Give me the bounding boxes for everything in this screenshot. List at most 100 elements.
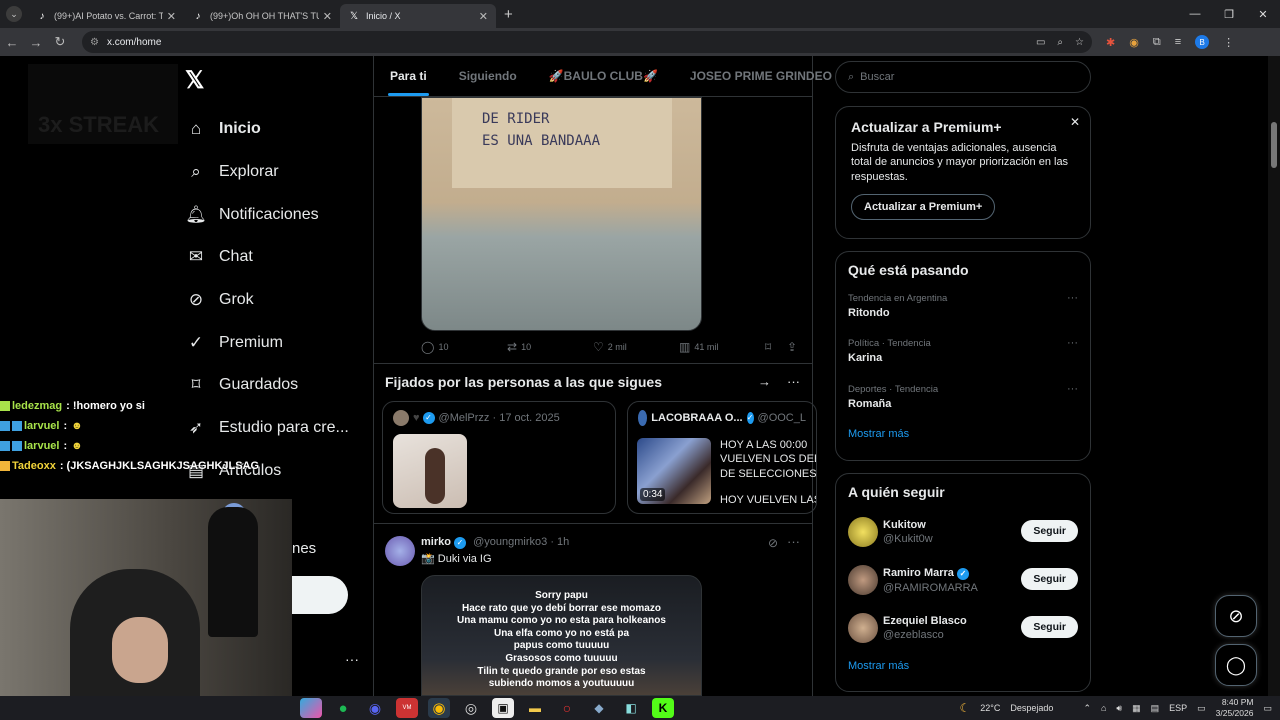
sidebar-item-partial[interactable]: nes (292, 540, 316, 557)
sidebar-item-grok[interactable]: ⊘ Grok (185, 279, 349, 322)
more-icon[interactable]: ··· (787, 534, 800, 549)
grok-icon[interactable]: ⊘ (768, 536, 778, 550)
share-button[interactable]: ⇪ (787, 340, 797, 354)
spotify-icon[interactable]: ● (332, 698, 354, 718)
file-explorer-icon[interactable]: ▬ (524, 698, 546, 718)
install-app-icon[interactable]: ▭ (1036, 37, 1045, 48)
notifications-icon[interactable]: ▭ (1263, 703, 1272, 714)
tab-search-button[interactable]: ⌄ (6, 6, 22, 22)
scrollbar-thumb[interactable] (1271, 122, 1277, 168)
close-icon[interactable]: ✕ (1070, 115, 1080, 129)
display-name[interactable]: mirko (421, 536, 451, 548)
voicemeeter-icon[interactable]: VM (396, 698, 418, 718)
minimize-icon[interactable]: — (1178, 0, 1212, 28)
follow-user[interactable]: Ramiro Marra ✓ @RAMIROMARRA Seguir (836, 556, 1090, 604)
chat-fab[interactable]: ◯ (1215, 644, 1257, 686)
site-info-icon[interactable]: ⚙ (90, 37, 99, 48)
app-tray-icon[interactable]: ▦ (1132, 703, 1141, 714)
follow-button[interactable]: Seguir (1021, 568, 1078, 590)
follow-button[interactable]: Seguir (1021, 616, 1078, 638)
volume-icon[interactable]: 🔊︎ (1116, 703, 1122, 714)
sidebar-item-premium[interactable]: ✓ Premium (185, 321, 349, 364)
heart-icon: ♡ (593, 340, 604, 354)
obs-icon[interactable]: ◎ (460, 698, 482, 718)
app-icon[interactable]: ◧ (620, 698, 642, 718)
puzzle-icon[interactable]: ⧉ (1153, 36, 1161, 49)
bookmark-star-icon[interactable]: ☆ (1075, 37, 1084, 48)
sidebar-item-inicio[interactable]: ⌂ Inicio (185, 108, 349, 151)
app-tray-icon[interactable]: ▤ (1151, 703, 1160, 714)
tab-siguiendo[interactable]: Siguiendo (443, 69, 533, 83)
browser-tab-2[interactable]: ♪ (99+)Oh OH OH THAT'S TUNG ✕ (184, 4, 340, 28)
kick-icon[interactable]: K (652, 698, 674, 718)
sidebar-item-explorar[interactable]: ⌕ Explorar (185, 151, 349, 194)
discord-icon[interactable]: ◉ (364, 698, 386, 718)
sidebar-item-chat[interactable]: ✉ Chat (185, 236, 349, 279)
profile-avatar[interactable]: B (1195, 35, 1210, 49)
weather-desc[interactable]: Despejado (1010, 703, 1053, 713)
browser-tab-1[interactable]: ♪ (99+)AI Potato vs. Carrot: The U ✕ (28, 4, 184, 28)
forward-icon[interactable]: → (24, 35, 48, 50)
trend-item[interactable]: Tendencia en Argentina Ritondo ··· (836, 284, 1090, 329)
url-input[interactable]: ⚙ x.com/home ▭ ⌕ ☆ (82, 31, 1092, 53)
sidebar-item-notificaciones[interactable]: 🔔︎ Notificaciones (185, 193, 349, 236)
show-more-link[interactable]: Mostrar más (836, 660, 1090, 672)
search-input[interactable]: ⌕ Buscar (835, 61, 1091, 93)
follow-user[interactable]: Kukitow @Kukit0w Seguir (836, 508, 1090, 556)
trend-item[interactable]: Política · Tendencia Karina ··· (836, 329, 1090, 374)
trend-item[interactable]: Deportes · Tendencia Romaña ··· (836, 375, 1090, 420)
browser-tab-3[interactable]: 𝕏 Inicio / X ✕ (340, 4, 496, 28)
chrome-icon[interactable]: ◉ (428, 698, 450, 718)
x-logo-icon[interactable]: 𝕏 (185, 66, 204, 95)
follow-user[interactable]: Ezequiel Blasco @ezeblasco Seguir (836, 604, 1090, 652)
display-icon[interactable]: ▭ (1197, 703, 1206, 714)
more-icon[interactable]: ··· (787, 374, 800, 389)
post-image[interactable]: Sorry papu Hace rato que yo debí borrar … (421, 575, 702, 696)
tray-chevron-icon[interactable]: ⌃ (1083, 703, 1091, 714)
pinned-card[interactable]: LACOBRAAA O... ✓ @OOC_L 0:34 HOY A LAS 0… (627, 401, 817, 514)
arrow-right-icon[interactable]: → (758, 374, 771, 389)
app-icon[interactable]: ▣ (492, 698, 514, 718)
new-tab-icon[interactable]: + (504, 6, 513, 23)
close-tab-icon[interactable]: ✕ (323, 10, 332, 23)
reading-list-icon[interactable]: ≡ (1175, 36, 1181, 48)
language-indicator[interactable]: ESP (1169, 703, 1187, 713)
pinned-card[interactable]: ♥ ✓ @MelPrzz · 17 oct. 2025 (382, 401, 616, 514)
network-icon[interactable]: ⌂ (1101, 703, 1106, 713)
page-scrollbar[interactable] (1268, 56, 1280, 696)
tab-baulo-club[interactable]: 🚀BAULO CLUB🚀 (533, 69, 674, 83)
tab-joseo-prime[interactable]: JOSEO PRIME GRINDEO (674, 69, 848, 83)
more-icon[interactable]: ··· (1067, 292, 1078, 304)
premium-button[interactable]: Actualizar a Premium+ (851, 193, 996, 220)
copilot-icon[interactable] (300, 698, 322, 718)
extension-icon[interactable]: ✱ (1106, 36, 1115, 49)
weather-temp[interactable]: 22°C (980, 703, 1000, 713)
avatar[interactable] (385, 536, 415, 566)
bookmark-button[interactable]: ⌑ (765, 340, 787, 354)
show-more-link[interactable]: Mostrar más (836, 428, 1090, 440)
close-tab-icon[interactable]: ✕ (167, 10, 176, 23)
close-window-icon[interactable]: ✕ (1246, 0, 1280, 28)
grok-fab[interactable]: ⊘ (1215, 595, 1257, 637)
opera-icon[interactable]: ○ (556, 698, 578, 718)
clock[interactable]: 8:40 PM 3/25/2026 (1216, 697, 1254, 719)
repost-button[interactable]: ⇄ 10 (507, 340, 593, 354)
like-button[interactable]: ♡ 2 mil (593, 340, 679, 354)
close-tab-icon[interactable]: ✕ (479, 10, 488, 23)
follow-button[interactable]: Seguir (1021, 520, 1078, 542)
back-icon[interactable]: ← (0, 35, 24, 50)
reply-button[interactable]: ◯ 10 (421, 340, 507, 354)
post-button[interactable] (292, 576, 348, 614)
extension-icon[interactable]: ◉ (1129, 36, 1139, 49)
account-more-icon[interactable]: ··· (345, 651, 359, 667)
tab-para-ti[interactable]: Para ti (374, 69, 443, 96)
reload-icon[interactable]: ↻ (48, 34, 72, 50)
app-icon[interactable]: ◆ (588, 698, 610, 718)
more-icon[interactable]: ··· (1067, 337, 1078, 349)
views-button[interactable]: ▥ 41 mil (679, 340, 765, 354)
zoom-icon[interactable]: ⌕ (1057, 37, 1063, 48)
post-image[interactable]: DE RIDER ES UNA BANDAAA (421, 97, 702, 331)
chrome-menu-icon[interactable]: ⋮ (1223, 36, 1234, 49)
restore-icon[interactable]: ❐ (1212, 0, 1246, 28)
more-icon[interactable]: ··· (1067, 383, 1078, 395)
